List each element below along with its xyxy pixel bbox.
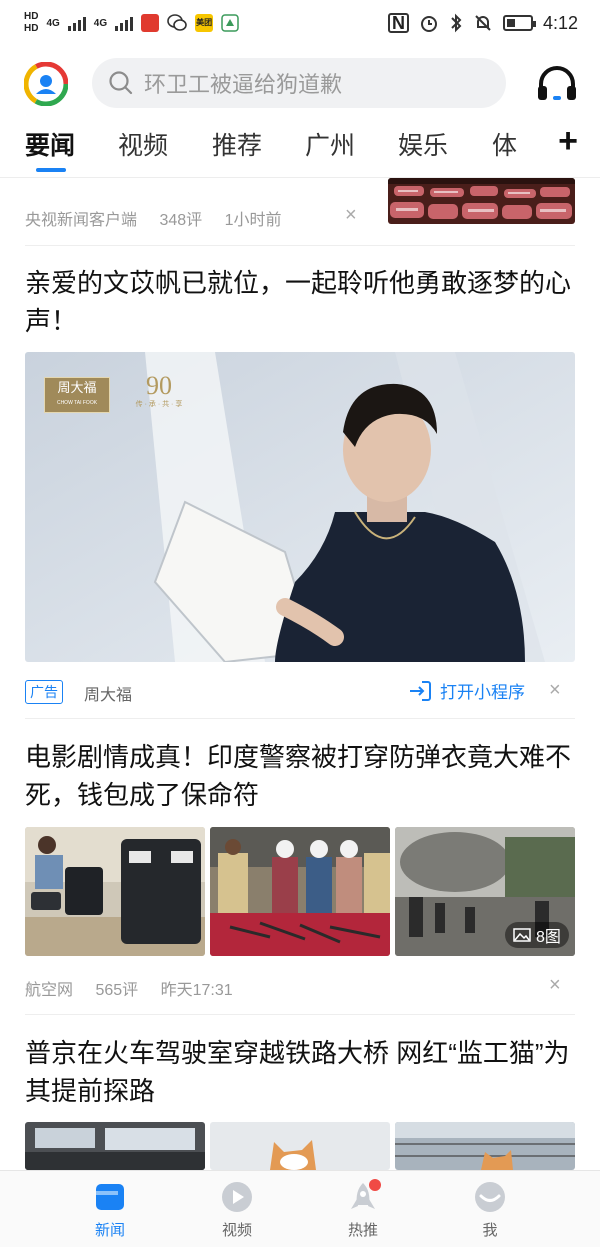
app-logo-icon[interactable] [24,62,68,106]
meituan-app-icon: 美团 [195,14,214,32]
publish-time: 昨天17:31 [160,982,233,999]
search-bar[interactable]: 环卫工被逼给狗道歉 [92,58,506,108]
open-miniprogram-button[interactable]: 打开小程序 [408,678,525,703]
hd-indicator: HD HD [24,11,38,35]
add-tab-button[interactable]: + [558,124,578,158]
image-count-badge: 8图 [505,922,569,948]
tab-entertainment[interactable]: 娱乐 [398,126,448,162]
publish-time: 1小时前 [224,212,282,229]
brand-logo: 周大福 CHOW TAI FOOK [44,377,110,413]
hd-label-1: HD [24,11,39,22]
news-thumbnail [388,178,575,224]
signal-icon [67,15,86,31]
nav-me-label: 我 [482,1222,498,1239]
feed-divider [25,245,575,246]
anniversary-subtext: 传 · 承 · 共 · 享 [135,401,183,408]
network-type-1: 4G [46,17,60,29]
brand-logo-text: 周大福 [57,380,97,395]
nav-video[interactable]: 视频 [197,1181,277,1240]
news-source: 央视新闻客户端 [25,212,138,229]
play-icon [222,1182,252,1212]
battery-icon [502,15,536,31]
nav-hot-label: 热推 [347,1222,378,1239]
nav-hot[interactable]: 热推 [323,1179,403,1240]
huawei-app-icon [141,14,160,32]
search-icon [109,71,133,95]
comment-count: 348评 [159,212,203,229]
search-placeholder: 环卫工被逼给狗道歉 [144,72,343,97]
tab-headlines[interactable]: 要闻 [25,126,75,162]
feed-divider [25,718,575,719]
news-headline: 电影剧情成真！印度警察被打穿防弹衣竟大难不死，钱包成了保命符 [25,742,572,810]
wechat-icon [167,14,187,31]
image-count-label: 8图 [536,929,561,946]
nav-me[interactable]: 我 [450,1181,530,1240]
tab-sports[interactable]: 体 [492,126,517,162]
news-source: 航空网 [25,982,74,999]
hd-label-2: HD [24,23,39,34]
nfc-icon: N [387,13,409,33]
dismiss-ad-button[interactable]: × [549,679,561,702]
news-meta: 央视新闻客户端 348评 1小时前 [25,206,300,230]
gallery-icon [513,928,531,942]
dismiss-button[interactable]: × [549,974,561,997]
news-thumbnail [210,1122,390,1170]
bluetooth-icon [451,13,462,33]
news-thumbnail [395,1122,575,1170]
anniversary-mark: 90 传 · 承 · 共 · 享 [134,372,184,410]
status-right: N 4:12 [387,12,578,34]
comment-count: 565评 [95,982,139,999]
app-notification-icon [221,14,239,32]
tab-video[interactable]: 视频 [118,126,168,162]
nav-news[interactable]: 新闻 [70,1181,150,1240]
feed-divider [25,1014,575,1015]
news-headline: 普京在火车驾驶室穿越铁路大桥 网红“监工猫”为其提前探路 [25,1038,570,1106]
nav-video-label: 视频 [221,1222,252,1239]
signal-icon [115,15,134,31]
dismiss-button[interactable]: × [345,204,357,227]
profile-icon [475,1182,505,1212]
notification-dot [369,1179,381,1191]
tab-guangzhou[interactable]: 广州 [305,126,355,162]
clock: 4:12 [542,12,578,33]
anniversary-number: 90 [146,371,172,400]
ad-tag: 广告 [25,680,63,704]
advertiser-name: 周大福 [84,687,133,704]
news-thumbnail [210,827,390,956]
tab-recommend[interactable]: 推荐 [212,126,262,162]
network-type-2: 4G [93,17,108,29]
ad-headline: 亲爱的文苡帆已就位，一起聆听他勇敢逐梦的心声！ [25,268,572,336]
headphones-icon[interactable] [536,64,578,104]
status-left: HD HD 4G 4G 美团 [24,11,239,35]
news-icon [96,1184,124,1210]
app-header: 环卫工被逼给狗道歉 [0,56,600,112]
news-thumbnail [25,827,205,956]
bottom-nav: 新闻 视频 热推 我 [0,1170,600,1247]
nav-news-label: 新闻 [94,1222,125,1239]
news-meta: 航空网 565评 昨天17:31 [25,976,251,1000]
active-tab-indicator [36,168,66,172]
mute-bell-icon [475,15,491,31]
alarm-icon [420,16,437,32]
status-bar: HD HD 4G 4G 美团 N 4:12 [0,0,600,46]
news-thumbnail [25,1122,205,1170]
category-tabs: 要闻 视频 推荐 广州 娱乐 体 + [0,120,600,178]
open-app-icon [410,680,431,701]
open-miniprogram-label: 打开小程序 [440,683,525,702]
brand-logo-subtext: CHOW TAI FOOK [56,400,98,406]
